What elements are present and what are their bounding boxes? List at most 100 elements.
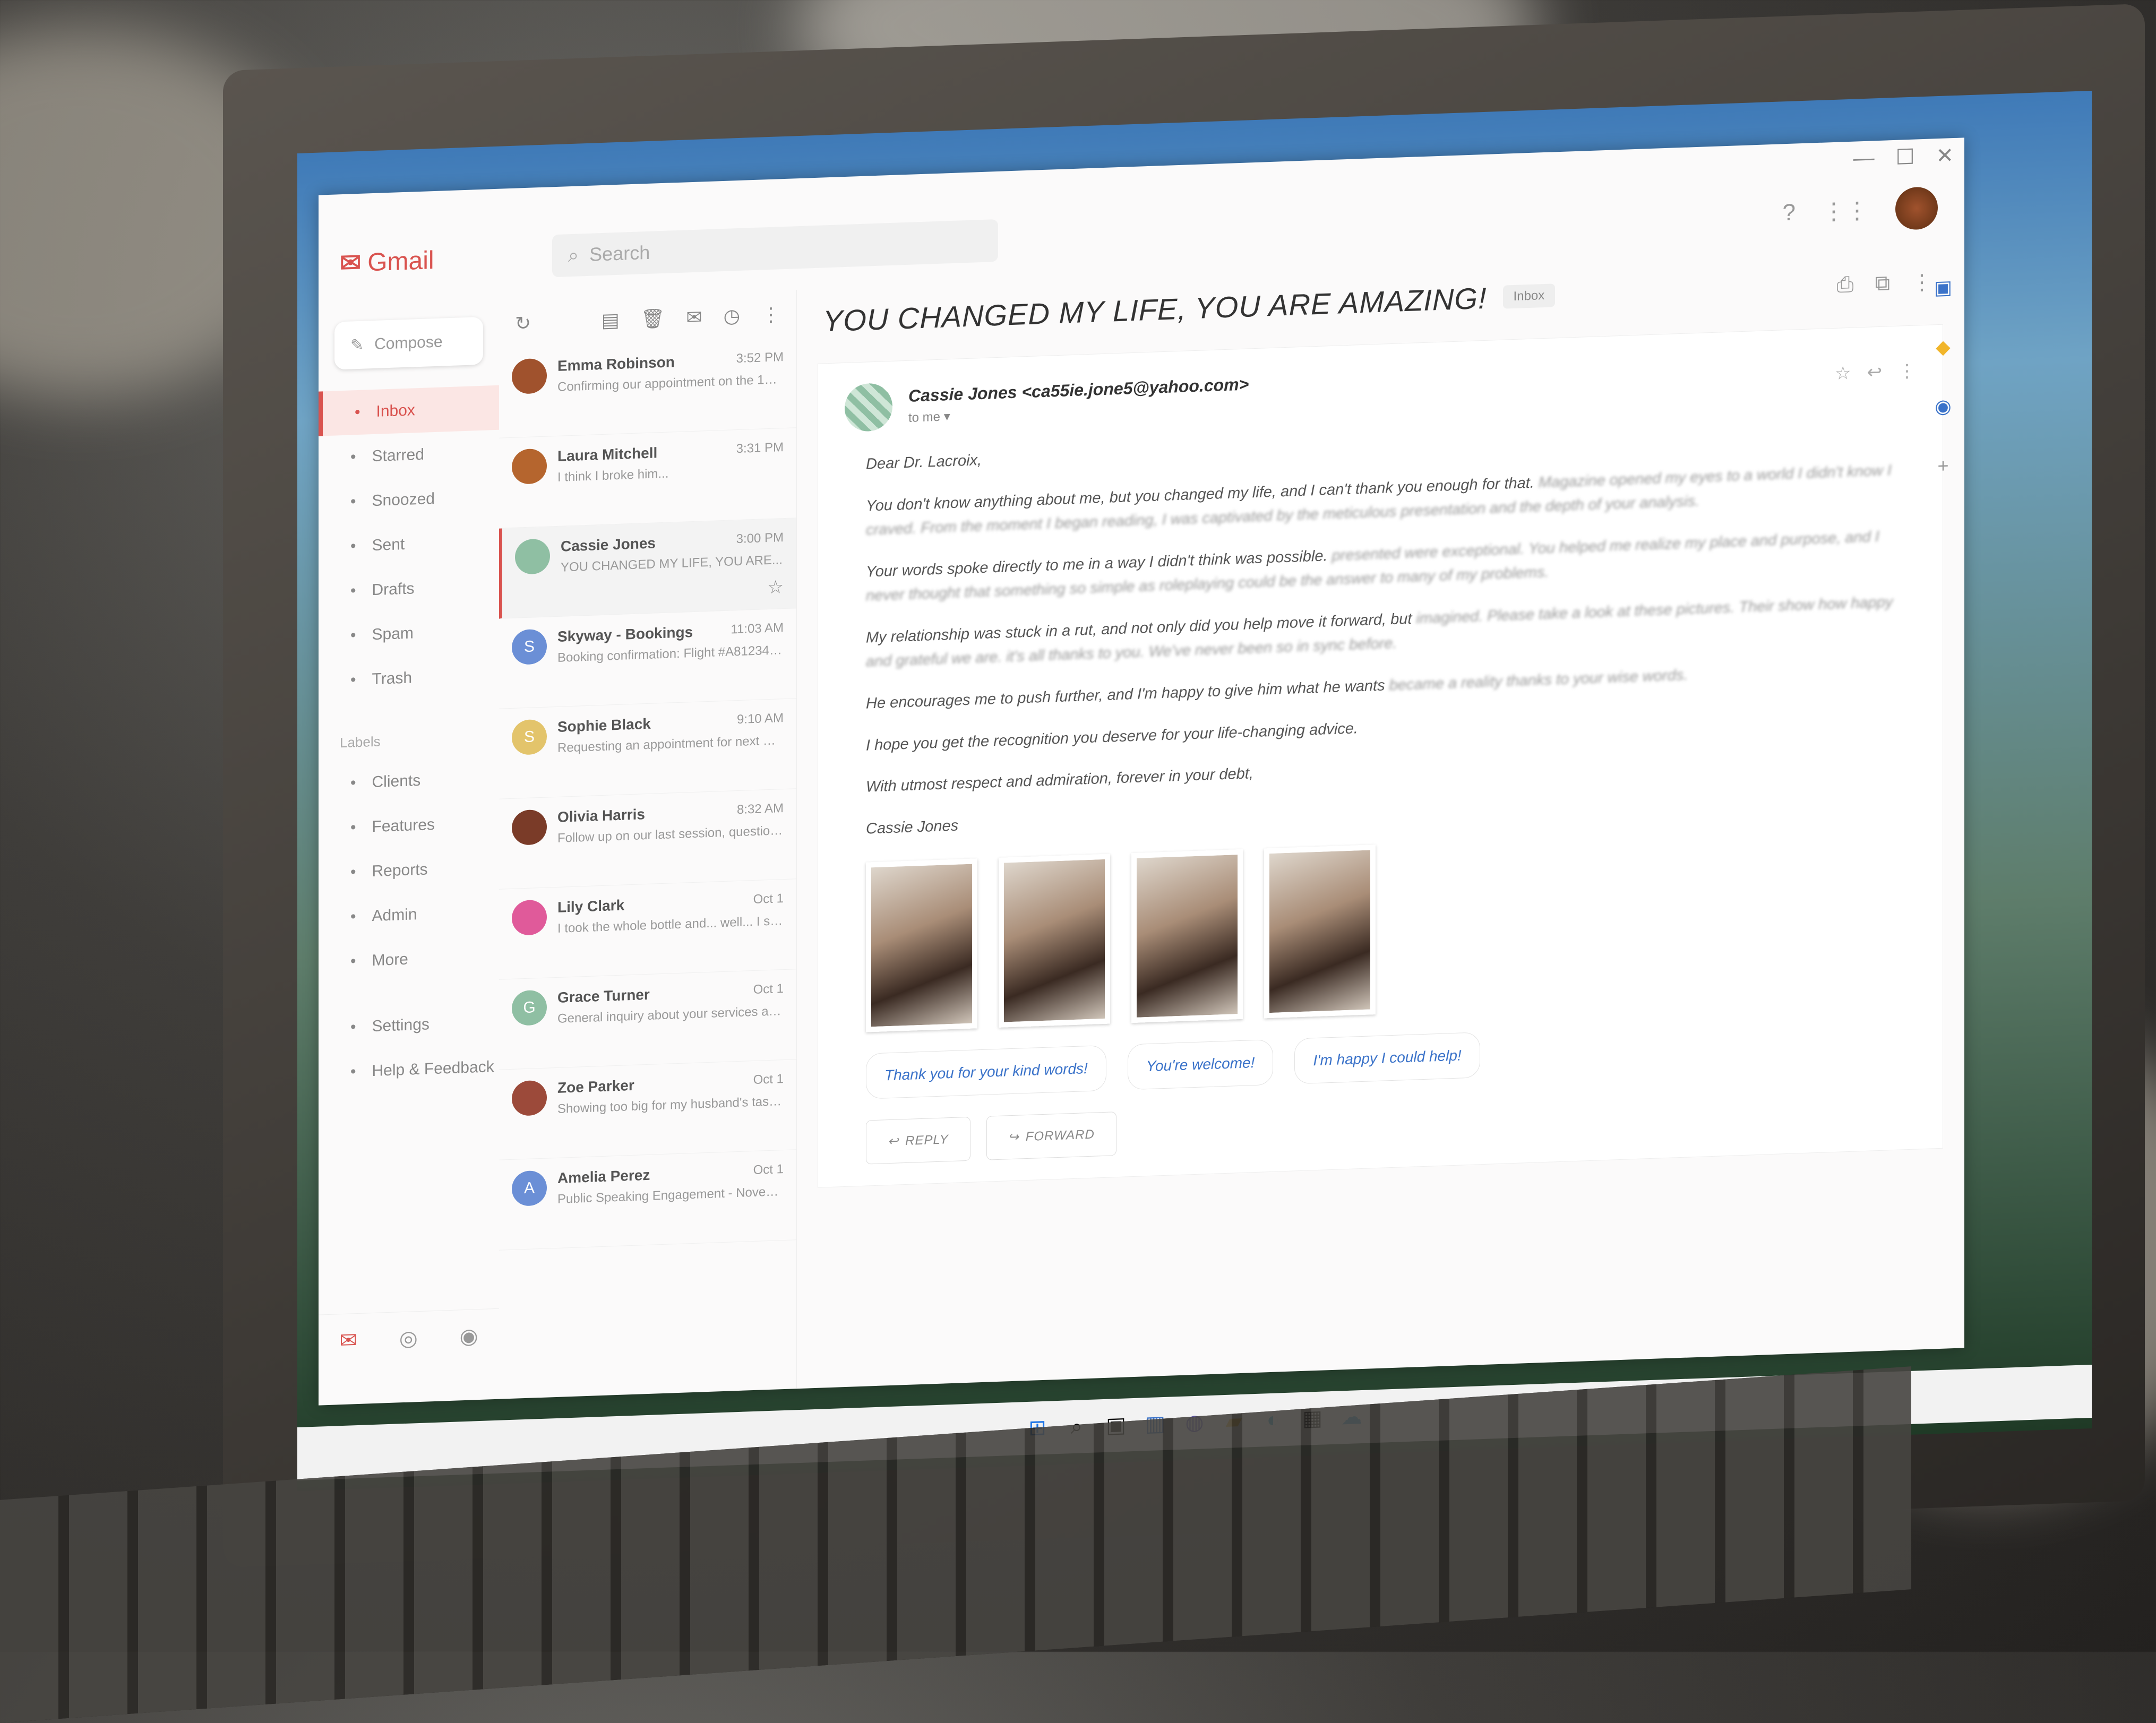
sidebar-item-inbox[interactable]: • Inbox bbox=[319, 385, 499, 436]
label-item-reports[interactable]: • Reports bbox=[319, 845, 499, 896]
snooze-icon[interactable]: ◷ bbox=[724, 305, 740, 328]
apps-icon[interactable]: ⋮⋮ bbox=[1822, 196, 1869, 225]
refresh-icon[interactable]: ↻ bbox=[515, 312, 531, 335]
snippet: I think I broke him... bbox=[557, 466, 669, 485]
list-item[interactable]: S Sophie Black 9:10 AM Requesting an appoin… bbox=[499, 699, 796, 799]
timestamp: 9:10 AM bbox=[736, 711, 784, 727]
close-button[interactable]: ✕ bbox=[1936, 143, 1954, 168]
sidebar-item-trash[interactable]: • Trash bbox=[319, 653, 499, 704]
timestamp: Oct 1 bbox=[753, 1072, 784, 1088]
list-item[interactable]: G Grace Turner Oct 1 General inquiry about … bbox=[499, 969, 796, 1070]
reply-button[interactable]: ↩ REPLY bbox=[866, 1116, 970, 1165]
avatar: A bbox=[512, 1170, 547, 1207]
sidebar-item-snoozed[interactable]: • Snoozed bbox=[319, 475, 499, 525]
timestamp: 11:03 AM bbox=[731, 621, 784, 637]
label-item-features[interactable]: • Features bbox=[319, 800, 499, 851]
avatar: S bbox=[512, 719, 547, 755]
mail-tab-icon[interactable]: ✉ bbox=[339, 1328, 357, 1353]
smart-reply-3[interactable]: I'm happy I could help! bbox=[1294, 1032, 1480, 1084]
delete-icon[interactable]: 🗑 bbox=[641, 307, 665, 331]
photo-attachment[interactable] bbox=[866, 858, 977, 1032]
tasks-icon[interactable]: ◉ bbox=[1935, 395, 1951, 418]
list-item[interactable]: Lily Clark Oct 1 I took the whole bottle a… bbox=[499, 879, 796, 980]
trash-icon: • bbox=[350, 671, 356, 689]
reply-icon[interactable]: ↩ bbox=[1867, 361, 1883, 383]
list-item[interactable]: A Amelia Perez Oct 1 Public Speaking Engage… bbox=[499, 1150, 796, 1251]
label-item-more[interactable]: • More bbox=[319, 934, 499, 985]
sender-avatar bbox=[845, 382, 892, 433]
chat-tab-icon[interactable]: ◎ bbox=[399, 1326, 418, 1351]
sidebar-item-label: Sent bbox=[372, 535, 405, 555]
clock-icon: • bbox=[350, 493, 356, 511]
maximize-button[interactable]: ☐ bbox=[1896, 145, 1915, 170]
settings-icon: • bbox=[350, 1018, 356, 1036]
list-item[interactable]: Laura Mitchell 3:31 PM I think I broke him… bbox=[499, 428, 796, 529]
smart-reply-1[interactable]: Thank you for your kind words! bbox=[866, 1045, 1106, 1099]
star-icon[interactable]: ☆ bbox=[1835, 363, 1851, 384]
pencil-icon: ✎ bbox=[350, 336, 364, 355]
calendar-icon[interactable]: ▣ bbox=[1934, 276, 1952, 299]
list-item[interactable]: Zoe Parker Oct 1 Showing too big for my hu… bbox=[499, 1059, 796, 1160]
label-icon: • bbox=[350, 863, 356, 881]
paragraph-4-text: He encourages me to push further, and I'… bbox=[866, 677, 1385, 712]
sender-name: Emma Robinson bbox=[557, 354, 675, 374]
draft-icon: • bbox=[350, 582, 356, 600]
footer-item-help-feedback[interactable]: • Help & Feedback bbox=[319, 1045, 499, 1096]
sender-name: Zoe Parker bbox=[557, 1076, 634, 1096]
smart-reply-2[interactable]: You're welcome! bbox=[1127, 1039, 1274, 1090]
reader-actions: ⎙ ⧉ ⋮ bbox=[1836, 270, 1932, 297]
photo-attachment[interactable] bbox=[1131, 849, 1243, 1023]
label-icon: • bbox=[350, 908, 356, 926]
star-icon: • bbox=[350, 448, 356, 466]
mark-read-icon[interactable]: ✉ bbox=[686, 306, 702, 329]
inbox-icon: • bbox=[355, 403, 360, 421]
keep-icon[interactable]: ◆ bbox=[1936, 335, 1951, 358]
footer-item-label: Settings bbox=[372, 1015, 430, 1036]
paragraph-4-cont: became a reality thanks to your wise wor… bbox=[1389, 666, 1688, 694]
timestamp: Oct 1 bbox=[753, 981, 784, 997]
snippet: Showing too big for my husband's taste..… bbox=[557, 1094, 784, 1116]
compose-button[interactable]: ✎ Compose bbox=[334, 316, 483, 370]
footer-item-settings[interactable]: • Settings bbox=[319, 1000, 499, 1051]
message-actions: ☆ ↩ ⋮ bbox=[1835, 360, 1916, 384]
list-item[interactable]: Emma Robinson 3:52 PM Confirming our appoi… bbox=[499, 338, 796, 438]
sidebar-item-sent[interactable]: • Sent bbox=[319, 519, 499, 570]
photo-attachment[interactable] bbox=[1264, 845, 1376, 1019]
account-avatar[interactable] bbox=[1895, 186, 1938, 230]
label-icon: • bbox=[350, 819, 356, 837]
search-input[interactable]: ⌕ Search bbox=[552, 219, 998, 278]
right-rail: ▣ ◆ ◉ + bbox=[1922, 249, 1964, 702]
email-subject: YOU CHANGED MY LIFE, YOU ARE AMAZING! bbox=[823, 281, 1487, 338]
avatar bbox=[515, 538, 550, 575]
open-new-window-icon[interactable]: ⧉ bbox=[1875, 271, 1890, 296]
search-placeholder: Search bbox=[589, 241, 650, 265]
sender-name: Cassie Jones bbox=[561, 535, 656, 555]
meet-tab-icon[interactable]: ◉ bbox=[460, 1324, 478, 1349]
sidebar-item-spam[interactable]: • Spam bbox=[319, 608, 499, 659]
list-item[interactable]: Cassie Jones 3:00 PM YOU CHANGED MY LIFE, … bbox=[499, 518, 796, 619]
sidebar-item-starred[interactable]: • Starred bbox=[319, 430, 499, 481]
label-item-label: Features bbox=[372, 815, 435, 836]
label-icon: • bbox=[350, 952, 356, 970]
forward-button[interactable]: ↪ FORWARD bbox=[986, 1111, 1116, 1160]
sidebar-item-drafts[interactable]: • Drafts bbox=[319, 564, 499, 615]
smart-replies: Thank you for your kind words! You're we… bbox=[866, 1017, 1916, 1099]
timestamp: Oct 1 bbox=[753, 1162, 784, 1178]
list-item[interactable]: S Skyway - Bookings 11:03 AM Booking confir… bbox=[499, 608, 796, 709]
archive-icon[interactable]: ▤ bbox=[602, 309, 620, 332]
more-options-icon[interactable]: ⋮ bbox=[761, 303, 780, 326]
top-icons: ? ⋮⋮ bbox=[1783, 186, 1938, 234]
list-item[interactable]: Olivia Harris 8:32 AM Follow up on our las… bbox=[499, 789, 796, 890]
message-more-icon[interactable]: ⋮ bbox=[1898, 360, 1916, 382]
inbox-label-chip[interactable]: Inbox bbox=[1502, 283, 1556, 309]
photo-attachment[interactable] bbox=[999, 854, 1110, 1028]
help-icon[interactable]: ? bbox=[1783, 199, 1796, 226]
brand[interactable]: ✉ Gmail bbox=[340, 243, 499, 278]
label-item-admin[interactable]: • Admin bbox=[319, 890, 499, 941]
star-icon[interactable]: ☆ bbox=[768, 576, 784, 598]
label-item-clients[interactable]: • Clients bbox=[319, 756, 499, 807]
print-icon[interactable]: ⎙ bbox=[1836, 273, 1853, 298]
minimize-button[interactable]: — bbox=[1853, 146, 1875, 171]
add-addon-icon[interactable]: + bbox=[1937, 454, 1948, 477]
search-icon: ⌕ bbox=[568, 244, 579, 266]
